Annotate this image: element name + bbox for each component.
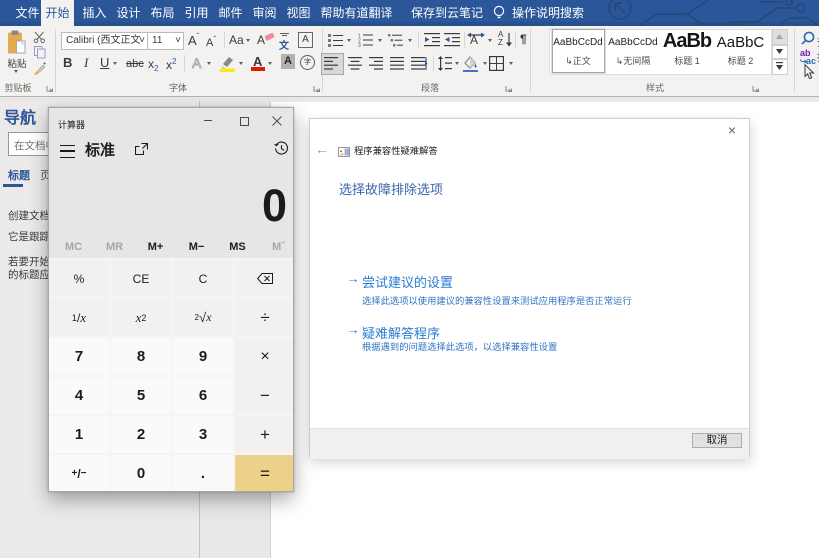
svg-text:3: 3 [358, 43, 361, 47]
